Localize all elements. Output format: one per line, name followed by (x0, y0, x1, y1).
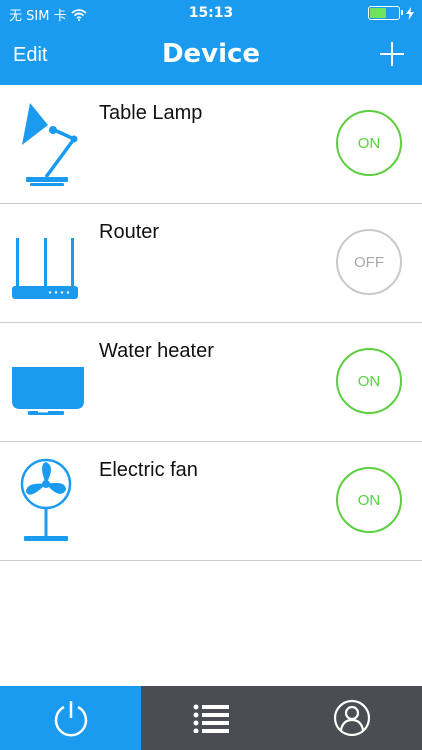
status-right (368, 6, 414, 20)
power-toggle[interactable]: ON (336, 467, 402, 533)
device-list: Table Lamp ON Router OFF Water heater ON… (0, 85, 422, 561)
table-lamp-icon (22, 103, 78, 186)
edit-button[interactable]: Edit (13, 44, 47, 67)
battery-fill (370, 8, 387, 18)
tab-power[interactable] (0, 686, 141, 750)
tab-bar (0, 686, 422, 750)
status-bar: 无 SIM 卡 15:13 (0, 0, 422, 28)
device-name: Electric fan (99, 459, 198, 481)
charging-icon (406, 6, 414, 20)
device-name: Table Lamp (99, 102, 203, 124)
electric-fan-icon (20, 458, 72, 541)
status-time: 15:13 (188, 5, 234, 21)
power-toggle[interactable]: OFF (336, 229, 402, 295)
power-icon (54, 701, 87, 737)
device-row-table-lamp[interactable]: Table Lamp ON (0, 85, 422, 204)
nav-bar: Edit Device (0, 28, 422, 85)
device-row-electric-fan[interactable]: Electric fan ON (0, 442, 422, 561)
power-toggle[interactable]: ON (336, 348, 402, 414)
tab-list[interactable] (141, 686, 282, 750)
battery-icon (368, 6, 403, 20)
plus-icon[interactable] (378, 40, 406, 68)
device-screen: 无 SIM 卡 15:13 Edit Device Table Lamp ON … (0, 0, 422, 750)
device-name: Router (99, 221, 160, 243)
device-row-water-heater[interactable]: Water heater ON (0, 323, 422, 442)
router-icon (12, 238, 78, 299)
tab-user[interactable] (282, 686, 422, 750)
water-heater-icon (12, 367, 84, 415)
device-row-router[interactable]: Router OFF (0, 204, 422, 323)
user-icon (333, 699, 370, 737)
device-name: Water heater (99, 340, 214, 362)
page-title: Device (161, 39, 261, 69)
power-toggle[interactable]: ON (336, 110, 402, 176)
list-icon (193, 704, 230, 733)
